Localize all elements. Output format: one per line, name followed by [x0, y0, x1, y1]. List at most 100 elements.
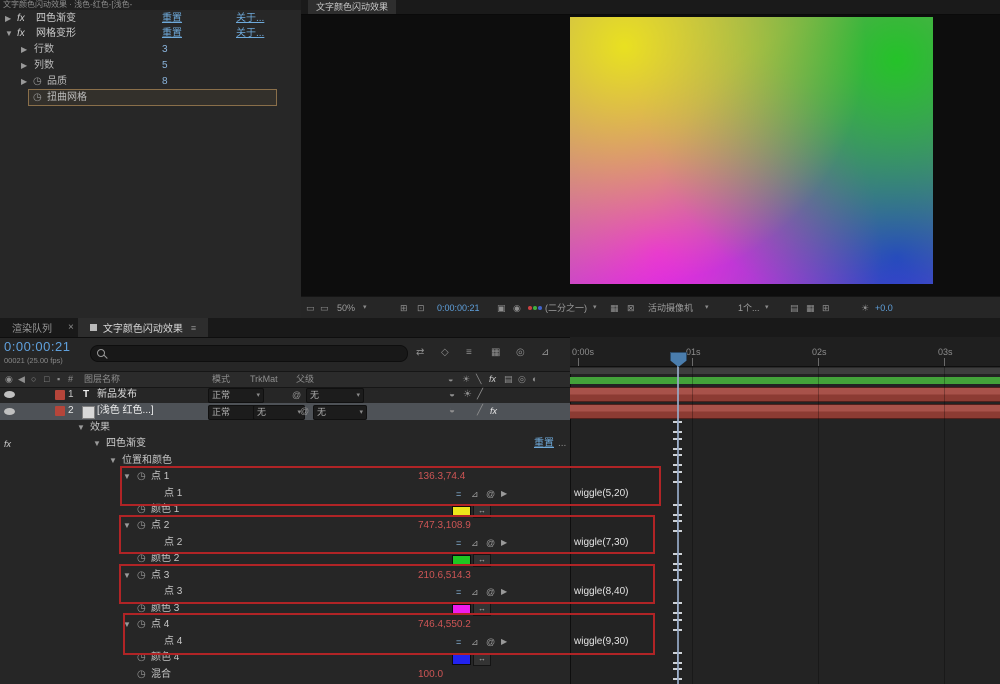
stopwatch-icon[interactable]: ◷ — [33, 74, 42, 89]
reset-link[interactable]: 重置 — [162, 11, 182, 26]
playhead-line[interactable] — [677, 352, 679, 684]
twirl-closed-icon[interactable]: ▶ — [21, 74, 27, 89]
stopwatch-icon[interactable]: ◷ — [137, 518, 146, 534]
expression-graph-icon[interactable]: ⊿ — [471, 634, 479, 650]
trkmat-column-header[interactable]: TrkMat — [250, 372, 278, 386]
fx-badge-icon[interactable]: fx — [17, 26, 25, 41]
stopwatch-icon[interactable]: ◷ — [137, 617, 146, 633]
index-column-header[interactable]: # — [68, 372, 73, 386]
transparency-grid-icon[interactable]: ⊠ — [627, 297, 635, 319]
current-time-display[interactable]: 0:00:00:21 — [4, 339, 70, 354]
twirl-open-icon[interactable]: ▼ — [93, 436, 101, 452]
shy-toggle-icon[interactable]: ◒ — [449, 403, 455, 419]
collapse-switch-icon[interactable]: ☀ — [462, 372, 470, 386]
twirl-open-icon[interactable]: ▼ — [123, 568, 131, 584]
timeline-button-icon[interactable]: ⊞ — [822, 297, 830, 319]
eyedropper-icon[interactable]: ↔ — [473, 603, 491, 616]
stopwatch-icon[interactable]: ◷ — [137, 568, 146, 584]
audio-column-icon[interactable]: ◀ — [18, 372, 25, 386]
fast-preview-icon[interactable]: ▦ — [806, 297, 815, 319]
grid-and-guides-icon[interactable]: ⊞ — [400, 297, 408, 319]
layer-row-2[interactable]: 2 [浅色 红色...] 正常 ▾ 无 ▾ @ 无 ▾ ◒ ╱ fx — [0, 403, 570, 420]
quality-toggle-icon[interactable]: ╱ — [477, 403, 483, 419]
fx-toggle-icon[interactable]: fx — [490, 403, 497, 419]
color-property-row[interactable]: ◷ 颜色 3 ↔ — [0, 601, 570, 618]
expression-graph-icon[interactable]: ⊿ — [471, 486, 479, 502]
tab-render-queue[interactable]: 渲染队列 — [0, 318, 64, 337]
color-swatch[interactable] — [452, 506, 471, 517]
channel-icon[interactable] — [528, 306, 542, 310]
parent-pickwhip-icon[interactable]: @ — [292, 387, 301, 403]
quality-toggle-icon[interactable]: ╱ — [477, 387, 483, 403]
property-label[interactable]: 颜色 4 — [151, 650, 179, 666]
property-label[interactable]: 混合 — [151, 667, 171, 683]
mini-flowchart-icon[interactable]: ⇄ — [416, 347, 424, 358]
exposure-icon[interactable]: ☀ — [861, 297, 869, 319]
tab-composition[interactable]: 文字颜色闪动效果 ≡ — [78, 318, 208, 337]
layer-duration-bar[interactable] — [570, 387, 1000, 402]
eyedropper-icon[interactable]: ↔ — [473, 554, 491, 567]
show-snapshot-icon[interactable]: ◉ — [513, 297, 521, 319]
point-property-row[interactable]: ▼ ◷ 点 2 747.3,108.9 — [0, 518, 570, 535]
reset-link[interactable]: 重置 — [534, 436, 554, 452]
label-column-icon[interactable]: ▪ — [57, 372, 60, 386]
property-value[interactable]: 3 — [162, 42, 168, 57]
stopwatch-icon[interactable]: ◷ — [33, 90, 42, 105]
monitor-icon[interactable]: ▭ — [306, 297, 315, 319]
property-row-distort-mesh[interactable]: ◷ 扭曲网格 — [28, 89, 277, 106]
region-of-interest-icon[interactable]: ▦ — [610, 297, 619, 319]
dropdown-arrow-icon[interactable]: ▾ — [705, 297, 709, 319]
parent-column-header[interactable]: 父级 — [296, 372, 314, 386]
motion-blur-switch-icon[interactable]: ◎ — [518, 372, 526, 386]
color-property-row[interactable]: ◷ 颜色 2 ↔ — [0, 551, 570, 568]
property-label[interactable]: 颜色 3 — [151, 601, 179, 617]
eyedropper-icon[interactable]: ↔ — [473, 653, 491, 666]
property-value[interactable]: 8 — [162, 74, 168, 89]
expression-row[interactable]: 点 1 = ⊿ @ ▶ — [0, 486, 570, 503]
camera-view-select[interactable]: 活动摄像机 — [648, 297, 693, 319]
effect-row[interactable]: fx ▼ 四色渐变 重置 ... — [0, 436, 570, 453]
parent-dropdown[interactable]: 无 ▾ — [313, 405, 367, 420]
eye-column-icon[interactable]: ◉ — [5, 372, 13, 386]
motion-blur-panel-icon[interactable]: ◎ — [516, 347, 525, 358]
property-label[interactable]: 点 2 — [151, 518, 169, 534]
exposure-value[interactable]: +0.0 — [875, 297, 893, 319]
effect-row-mesh-warp[interactable]: ▼ fx 网格变形 重置 关于... — [0, 26, 300, 42]
adjustment-switch-icon[interactable]: ◐ — [532, 372, 537, 386]
expression-enable-icon[interactable]: = — [456, 584, 461, 600]
trkmat-dropdown[interactable]: 无 ▾ — [253, 405, 305, 420]
stopwatch-icon[interactable]: ◷ — [137, 502, 146, 518]
mode-dropdown[interactable]: 正常 ▾ — [208, 388, 264, 403]
layer-row-1[interactable]: 1 T 新品发布 正常 ▾ @ 无 ▾ ◒ ☀ ╱ — [0, 387, 570, 404]
property-value[interactable]: 747.3,108.9 — [418, 518, 471, 534]
expression-pickwhip-icon[interactable]: @ — [486, 584, 495, 600]
point-property-row[interactable]: ▼ ◷ 点 3 210.6,514.3 — [0, 568, 570, 585]
dropdown-arrow-icon[interactable]: ▾ — [593, 297, 597, 319]
expression-graph-icon[interactable]: ⊿ — [471, 535, 479, 551]
shy-switch-icon[interactable]: ◒ — [448, 372, 453, 386]
fx-switch-icon[interactable]: fx — [489, 372, 496, 386]
stopwatch-icon[interactable]: ◷ — [137, 551, 146, 567]
property-label[interactable]: 颜色 1 — [151, 502, 179, 518]
property-value[interactable]: 210.6,514.3 — [418, 568, 471, 584]
expression-enable-icon[interactable]: = — [456, 535, 461, 551]
property-value[interactable]: 5 — [162, 58, 168, 73]
composition-tab[interactable]: 文字颜色闪动效果 — [308, 0, 396, 14]
collapse-toggle-icon[interactable]: ☀ — [463, 387, 472, 403]
effect-name[interactable]: 四色渐变 — [106, 436, 146, 452]
color-swatch[interactable] — [452, 654, 471, 665]
property-value[interactable]: 136.3,74.4 — [418, 469, 465, 485]
label-color-chip[interactable] — [55, 406, 65, 416]
parent-dropdown[interactable]: 无 ▾ — [306, 388, 364, 403]
frame-blend-panel-icon[interactable]: ▦ — [491, 347, 500, 358]
expression-row[interactable]: 点 2 = ⊿ @ ▶ — [0, 535, 570, 552]
expression-pickwhip-icon[interactable]: @ — [486, 486, 495, 502]
name-column-header[interactable]: 图层名称 — [84, 372, 120, 386]
effect-name[interactable]: 网格变形 — [36, 26, 76, 41]
twirl-closed-icon[interactable]: ▶ — [5, 11, 11, 26]
preview-timecode[interactable]: 0:00:00:21 — [437, 297, 480, 319]
eye-icon[interactable] — [4, 391, 15, 398]
expression-enable-icon[interactable]: = — [456, 634, 461, 650]
quality-switch-icon[interactable]: ╲ — [476, 372, 481, 386]
expression-pickwhip-icon[interactable]: @ — [486, 535, 495, 551]
